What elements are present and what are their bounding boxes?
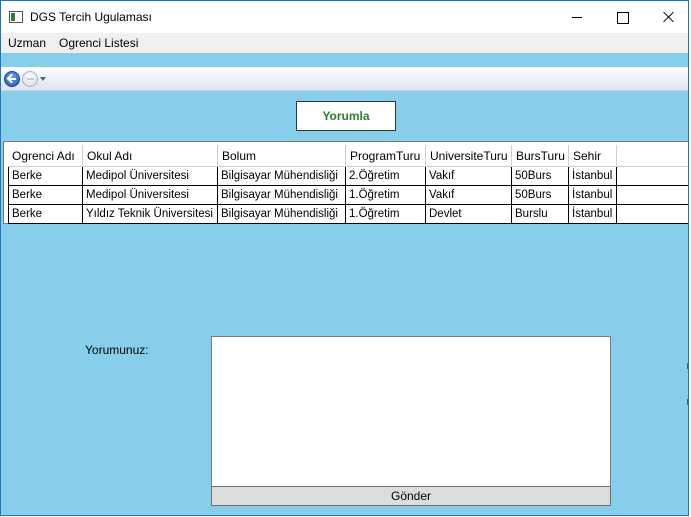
column-header-bolum[interactable]: Bolum (218, 145, 346, 167)
column-header-burs-turu[interactable]: BursTuru (512, 145, 569, 167)
table-row[interactable]: Berke Medipol Üniversitesi Bilgisayar Mü… (8, 167, 688, 186)
submit-button[interactable]: Gönder (211, 486, 611, 506)
column-header-ogrenci-adi[interactable]: Ogrenci Adı (8, 145, 83, 167)
student-data-grid[interactable]: Ogrenci Adı Okul Adı Bolum ProgramTuru U… (3, 141, 688, 224)
menu-item-ogrenci-listesi[interactable]: Ogrenci Listesi (59, 36, 138, 50)
cell-ogrenci-adi[interactable]: Berke (8, 167, 83, 186)
row-filler (617, 205, 688, 224)
table-row[interactable]: Berke Medipol Üniversitesi Bilgisayar Mü… (8, 186, 688, 205)
menu-item-uzman[interactable]: Uzman (8, 36, 46, 50)
table-row[interactable]: Berke Yıldız Teknik Üniversitesi Bilgisa… (8, 205, 688, 224)
cell-burs-turu[interactable]: 50Burs (512, 186, 569, 205)
app-window: DGS Tercih Ugulaması Uzman Ogrenci Liste… (0, 0, 689, 516)
column-header-sehir[interactable]: Sehir (569, 145, 617, 167)
cell-universite-turu[interactable]: Vakıf (426, 167, 512, 186)
cell-bolum[interactable]: Bilgisayar Mühendisliği (218, 167, 346, 186)
cell-burs-turu[interactable]: Burslu (512, 205, 569, 224)
app-icon (9, 11, 23, 23)
cell-program-turu[interactable]: 1.Öğretim (346, 186, 426, 205)
cell-sehir[interactable]: İstanbul (569, 186, 617, 205)
row-filler (617, 186, 688, 205)
cell-okul-adi[interactable]: Yıldız Teknik Üniversitesi (83, 205, 218, 224)
minimize-button[interactable] (554, 1, 600, 33)
comment-label: Yorumunuz: (85, 343, 149, 357)
cell-burs-turu[interactable]: 50Burs (512, 167, 569, 186)
column-header-program-turu[interactable]: ProgramTuru (346, 145, 426, 167)
window-edge-marker (687, 399, 688, 405)
cell-sehir[interactable]: İstanbul (569, 167, 617, 186)
column-header-filler (617, 145, 688, 167)
grid-header: Ogrenci Adı Okul Adı Bolum ProgramTuru U… (8, 145, 688, 167)
grid-body: Berke Medipol Üniversitesi Bilgisayar Mü… (8, 167, 688, 224)
cell-ogrenci-adi[interactable]: Berke (8, 205, 83, 224)
cell-universite-turu[interactable]: Vakıf (426, 186, 512, 205)
comment-textarea[interactable] (211, 336, 611, 487)
maximize-button[interactable] (600, 1, 646, 33)
cell-universite-turu[interactable]: Devlet (426, 205, 512, 224)
yorumla-button[interactable]: Yorumla (296, 101, 396, 131)
menu-bar: Uzman Ogrenci Listesi (1, 33, 688, 53)
cell-sehir[interactable]: İstanbul (569, 205, 617, 224)
cell-bolum[interactable]: Bilgisayar Mühendisliği (218, 205, 346, 224)
cell-okul-adi[interactable]: Medipol Üniversitesi (83, 167, 218, 186)
column-header-universite-turu[interactable]: UniversiteTuru (426, 145, 512, 167)
forward-arrow-icon[interactable] (22, 71, 38, 87)
close-button[interactable] (646, 1, 688, 33)
navigation-bar (1, 67, 688, 91)
cell-ogrenci-adi[interactable]: Berke (8, 186, 83, 205)
window-title: DGS Tercih Ugulaması (30, 10, 152, 24)
title-bar[interactable]: DGS Tercih Ugulaması (1, 1, 688, 33)
column-header-okul-adi[interactable]: Okul Adı (83, 145, 218, 167)
cell-okul-adi[interactable]: Medipol Üniversitesi (83, 186, 218, 205)
cell-program-turu[interactable]: 1.Öğretim (346, 205, 426, 224)
cell-bolum[interactable]: Bilgisayar Mühendisliği (218, 186, 346, 205)
back-arrow-icon[interactable] (4, 71, 20, 87)
window-edge-marker (687, 363, 688, 369)
row-filler (617, 167, 688, 186)
history-dropdown-icon[interactable] (40, 77, 46, 81)
cell-program-turu[interactable]: 2.Öğretim (346, 167, 426, 186)
